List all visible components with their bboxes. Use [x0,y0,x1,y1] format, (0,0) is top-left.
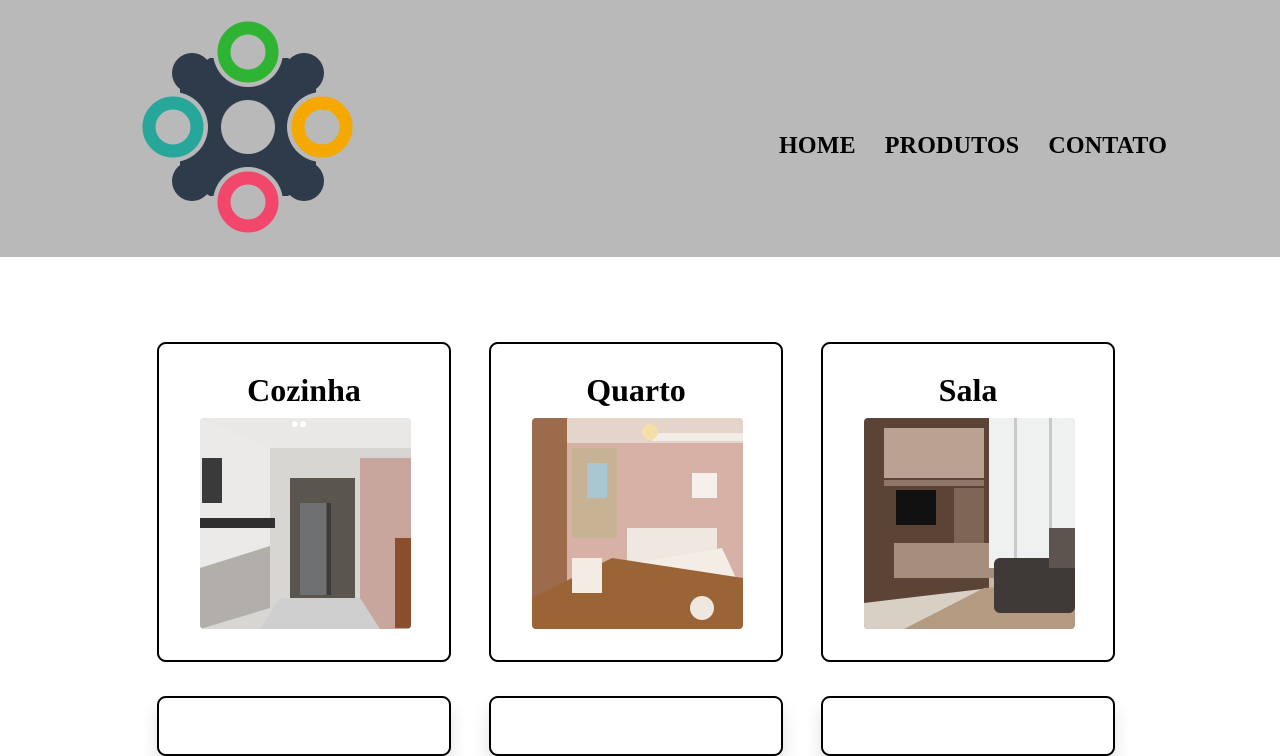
product-card-partial-3[interactable] [821,696,1115,756]
living-room-photo[interactable] [864,418,1075,629]
card-title: Sala [938,372,998,408]
product-card-sala[interactable]: Sala [821,342,1115,662]
product-card-partial-2[interactable] [489,696,783,756]
molecule-logo-icon[interactable] [140,18,358,236]
card-title: Cozinha [247,372,361,408]
card-title: Quarto [586,372,686,408]
nav-contato-link[interactable]: CONTATO [1039,133,1167,160]
nav-home-link[interactable]: HOME [770,133,856,160]
product-card-partial-1[interactable] [157,696,451,756]
kitchen-photo[interactable] [200,418,411,629]
nav-produtos-link[interactable]: PRODUTOS [876,133,1020,160]
site-header: HOME PRODUTOS CONTATO [0,0,1280,257]
main-nav: HOME PRODUTOS CONTATO [770,133,1167,160]
product-card-quarto[interactable]: Quarto [489,342,783,662]
product-card-cozinha[interactable]: Cozinha [157,342,451,662]
bedroom-photo[interactable] [532,418,743,629]
